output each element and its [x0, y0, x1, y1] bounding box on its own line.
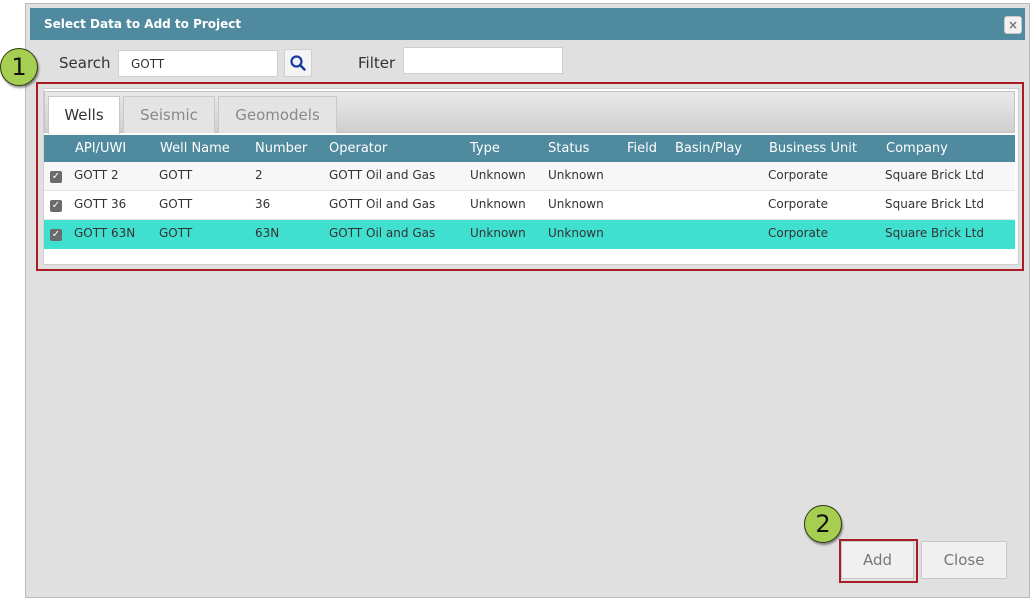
magnifier-icon [290, 55, 306, 71]
table-row[interactable]: ✓ GOTT 2 GOTT 2 GOTT Oil and Gas Unknown… [44, 162, 1015, 191]
cell-number: 63N [255, 226, 280, 240]
cell-number: 36 [255, 197, 271, 211]
tab-seismic[interactable]: Seismic [123, 96, 215, 133]
cell-well-name: GOTT [159, 197, 193, 211]
filter-label: Filter [358, 54, 396, 72]
callout-1: 1 [0, 48, 38, 86]
row-checkbox[interactable]: ✓ [50, 229, 62, 241]
cell-well-name: GOTT [159, 226, 193, 240]
cell-type: Unknown [470, 226, 526, 240]
cell-api: GOTT 2 [74, 168, 119, 182]
column-header-status[interactable]: Status [548, 135, 589, 162]
cell-type: Unknown [470, 197, 526, 211]
cell-business-unit: Corporate [768, 197, 828, 211]
table-row-selected[interactable]: ✓ GOTT 63N GOTT 63N GOTT Oil and Gas Unk… [44, 220, 1015, 249]
cell-business-unit: Corporate [768, 168, 828, 182]
close-icon[interactable]: × [1004, 16, 1022, 34]
callout-2: 2 [804, 505, 842, 543]
cell-status: Unknown [548, 197, 604, 211]
cell-business-unit: Corporate [768, 226, 828, 240]
search-input[interactable] [118, 50, 278, 77]
cell-api: GOTT 63N [74, 226, 136, 240]
close-button[interactable]: Close [921, 541, 1007, 579]
cell-api: GOTT 36 [74, 197, 127, 211]
column-header-api[interactable]: API/UWI [75, 135, 126, 162]
dialog-titlebar: Select Data to Add to Project × [30, 8, 1025, 40]
row-checkbox[interactable]: ✓ [50, 171, 62, 183]
cell-company: Square Brick Ltd [885, 197, 984, 211]
dialog-title: Select Data to Add to Project [44, 17, 242, 31]
cell-company: Square Brick Ltd [885, 226, 984, 240]
cell-operator: GOTT Oil and Gas [329, 197, 436, 211]
cell-status: Unknown [548, 168, 604, 182]
tab-geomodels[interactable]: Geomodels [218, 96, 337, 133]
table-header: API/UWI Well Name Number Operator Type S… [44, 135, 1015, 162]
column-header-operator[interactable]: Operator [329, 135, 387, 162]
cell-operator: GOTT Oil and Gas [329, 226, 436, 240]
column-header-company[interactable]: Company [886, 135, 948, 162]
search-button[interactable] [284, 49, 312, 77]
column-header-business-unit[interactable]: Business Unit [769, 135, 857, 162]
cell-operator: GOTT Oil and Gas [329, 168, 436, 182]
cell-well-name: GOTT [159, 168, 193, 182]
cell-number: 2 [255, 168, 263, 182]
cell-status: Unknown [548, 226, 604, 240]
add-button[interactable]: Add [841, 541, 914, 579]
column-header-well-name[interactable]: Well Name [160, 135, 230, 162]
column-header-basin-play[interactable]: Basin/Play [675, 135, 742, 162]
column-header-type[interactable]: Type [470, 135, 500, 162]
cell-type: Unknown [470, 168, 526, 182]
search-label: Search [59, 54, 111, 72]
wells-table: API/UWI Well Name Number Operator Type S… [44, 135, 1015, 249]
tab-wells[interactable]: Wells [48, 96, 120, 134]
column-header-field[interactable]: Field [627, 135, 657, 162]
row-checkbox[interactable]: ✓ [50, 200, 62, 212]
filter-input[interactable] [403, 47, 563, 74]
table-row[interactable]: ✓ GOTT 36 GOTT 36 GOTT Oil and Gas Unkno… [44, 191, 1015, 220]
cell-company: Square Brick Ltd [885, 168, 984, 182]
column-header-number[interactable]: Number [255, 135, 307, 162]
